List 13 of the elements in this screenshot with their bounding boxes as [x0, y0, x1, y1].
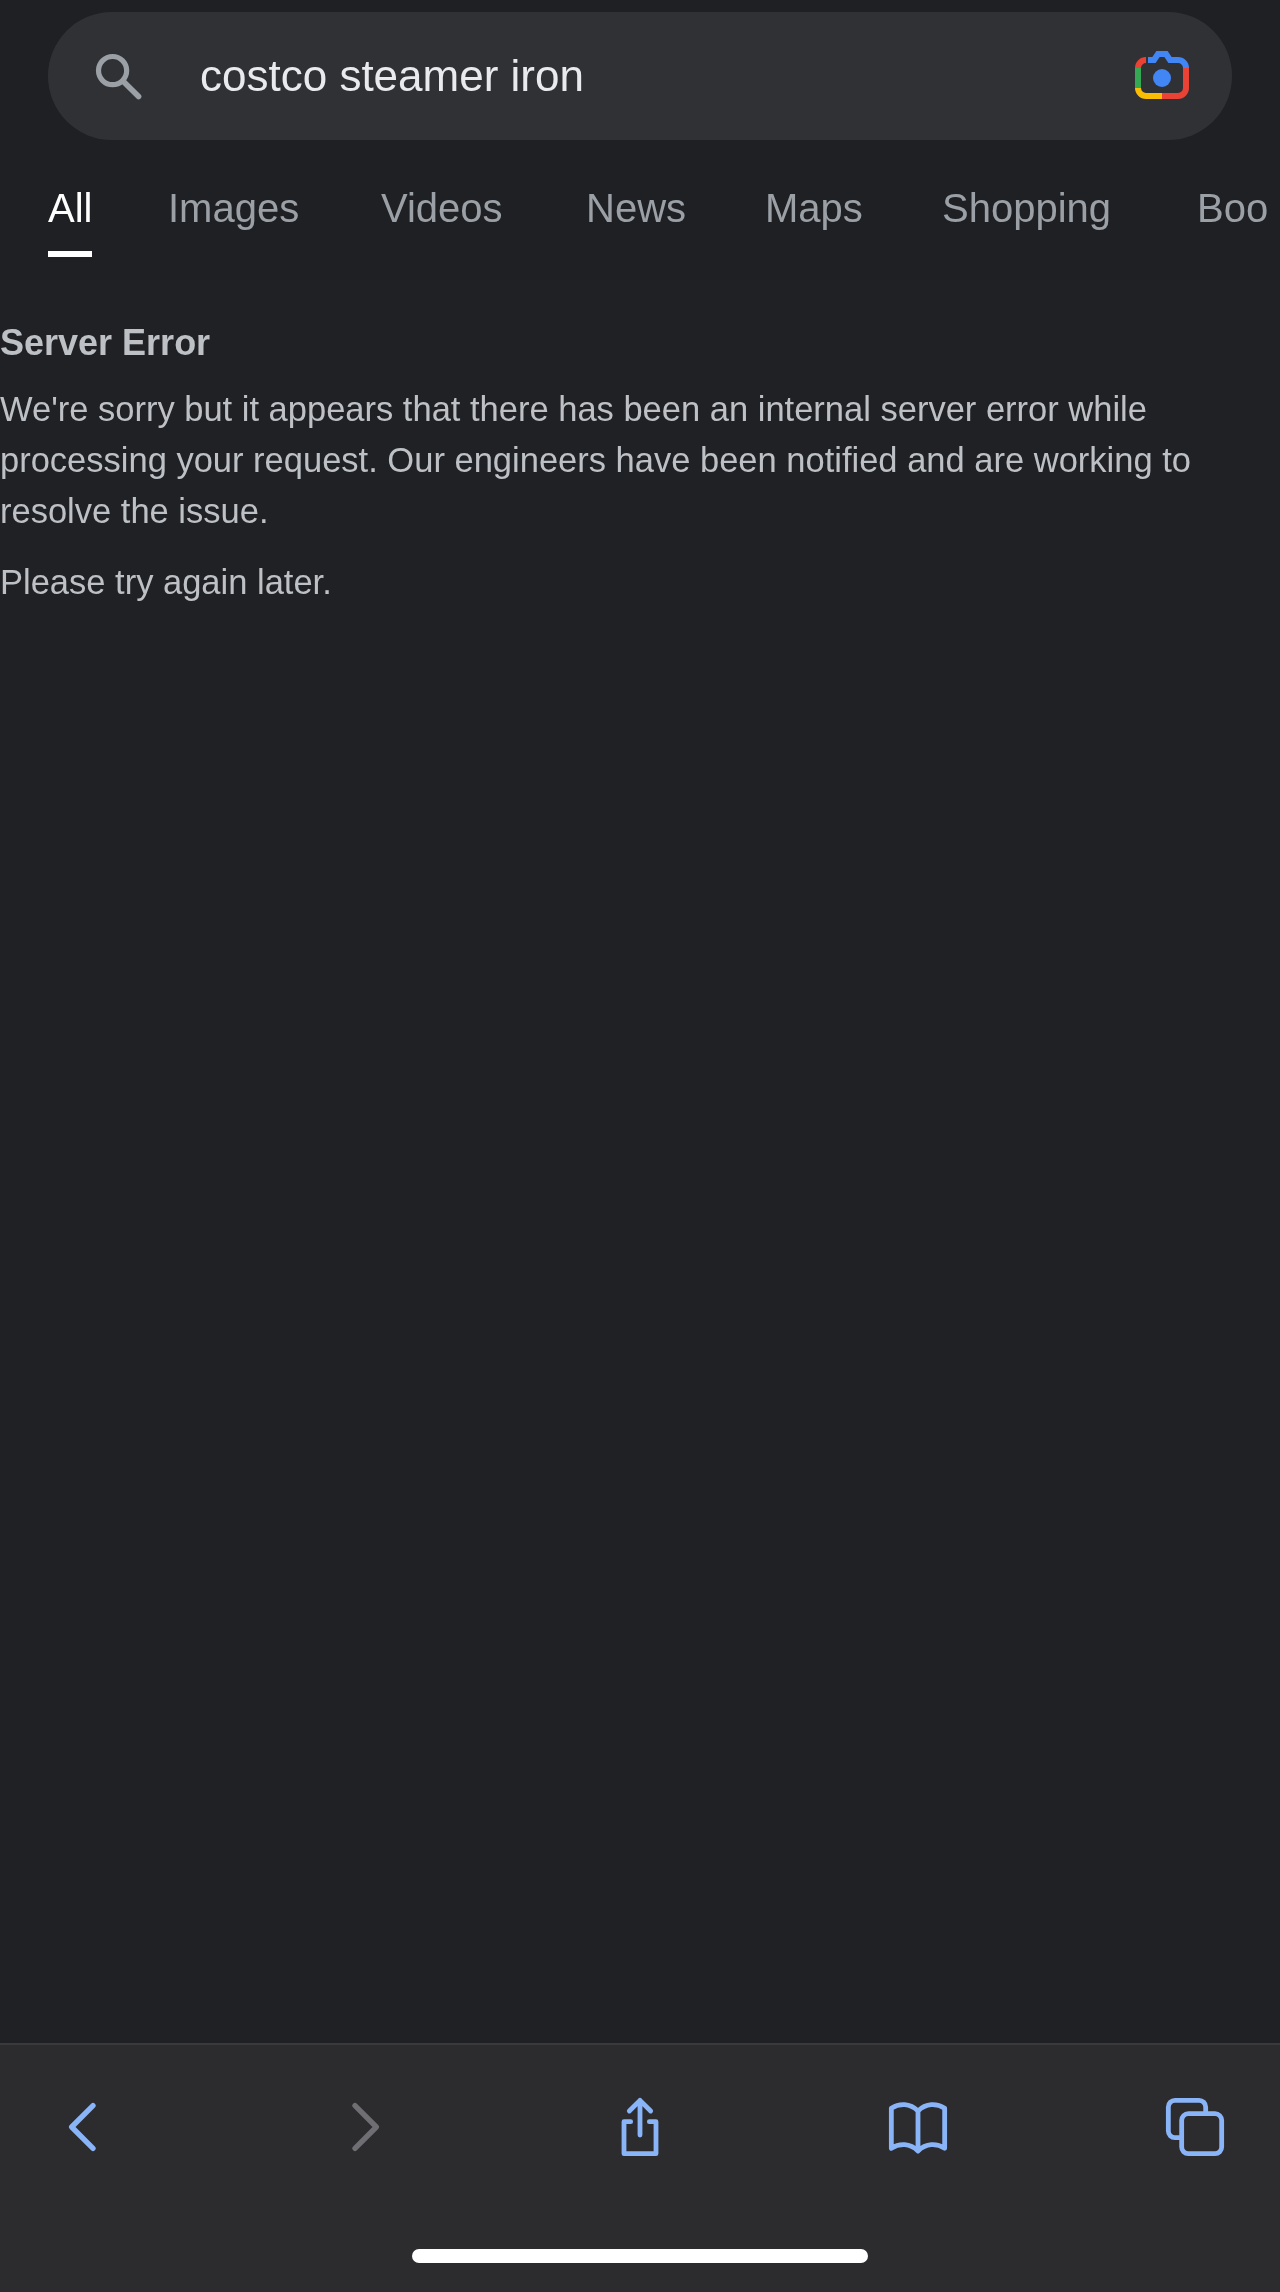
tab[interactable]: All — [48, 186, 93, 257]
tab[interactable]: Images — [168, 186, 300, 257]
search-field[interactable]: costco steamer iron — [200, 46, 1130, 106]
error-hint: Please try again later. — [0, 562, 333, 603]
tab[interactable]: News — [586, 186, 687, 257]
tab[interactable]: Shopping — [942, 186, 1112, 257]
search-bar[interactable]: costco steamer iron — [48, 12, 1232, 140]
error-title: Server Error — [0, 322, 212, 364]
tabs-icon — [1163, 2095, 1227, 2159]
tab[interactable]: Videos — [381, 186, 503, 257]
error-message: We're sorry but it appears that there has been an internal server error while processing your request. Our engineers have been notified and are working to resolve the issue. — [0, 389, 1192, 532]
tab[interactable]: Maps — [765, 186, 863, 257]
tab[interactable]: Boo — [1197, 186, 1269, 257]
